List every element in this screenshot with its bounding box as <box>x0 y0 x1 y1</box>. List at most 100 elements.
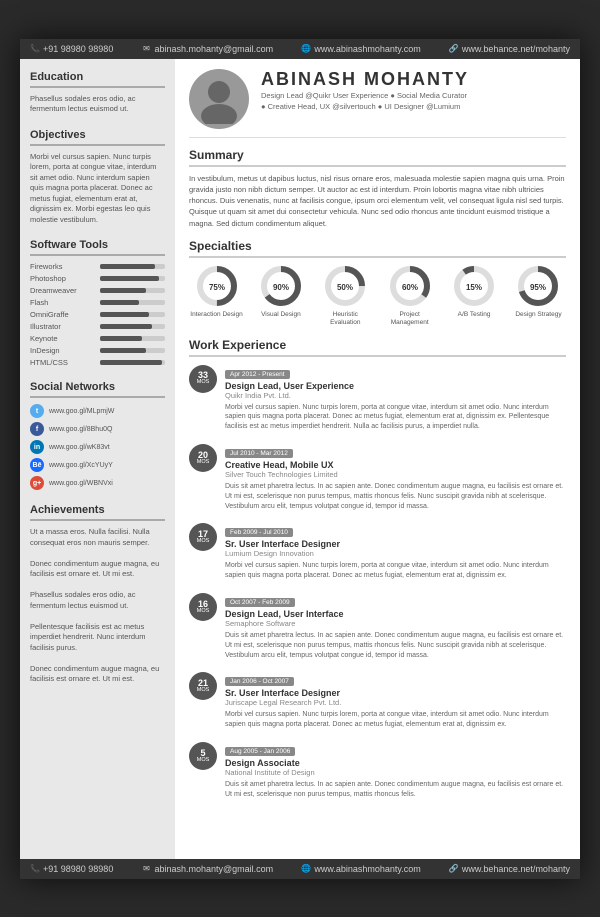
svg-text:95%: 95% <box>530 283 546 292</box>
tool-bar <box>100 336 165 341</box>
avatar <box>189 69 249 129</box>
website-item: 🌐 www.abinashmohanty.com <box>301 44 420 54</box>
work-desc: Duis sit amet pharetra lectus. In ac sap… <box>225 631 566 660</box>
achievements-text: Ut a massa eros. Nulla facilisi. Nulla c… <box>30 527 165 685</box>
education-text: Phasellus sodales eros odio, ac fermentu… <box>30 94 165 115</box>
header-website: www.abinashmohanty.com <box>314 44 420 54</box>
tool-bar <box>100 312 165 317</box>
work-badge: 33 MOS <box>189 365 217 393</box>
top-bar: 📞 +91 98980 98980 ✉ abinash.mohanty@gmai… <box>20 39 580 59</box>
footer-web-icon: 🌐 <box>301 864 311 874</box>
tool-row: Illustrator <box>30 322 165 331</box>
social-row: in www.goo.gl/wK83vt <box>30 440 165 454</box>
social-icon: f <box>30 422 44 436</box>
main-content: ABINASH MOHANTY Design Lead @Quikr User … <box>175 59 580 859</box>
work-title: Sr. User Interface Designer <box>225 539 566 549</box>
tool-bar <box>100 288 165 293</box>
social-row: Bē www.goo.gl/XcYUyY <box>30 458 165 472</box>
social-icon: g+ <box>30 476 44 490</box>
resume-wrapper: 📞 +91 98980 98980 ✉ abinash.mohanty@gmai… <box>20 39 580 879</box>
tool-name: Illustrator <box>30 322 95 331</box>
profile-name: ABINASH MOHANTY <box>261 69 566 90</box>
social-row: t www.goo.gl/MLpmjW <box>30 404 165 418</box>
work-date: Apr 2012 - Present <box>225 370 290 379</box>
footer-behance: 🔗 www.behance.net/mohanty <box>449 864 570 874</box>
tool-bar-fill <box>100 360 162 365</box>
badge-unit: MOS <box>197 539 210 545</box>
footer-phone-text: +91 98980 98980 <box>43 864 113 874</box>
profile-header: ABINASH MOHANTY Design Lead @Quikr User … <box>189 69 566 138</box>
sidebar: Education Phasellus sodales eros odio, a… <box>20 59 175 859</box>
tool-name: Flash <box>30 298 95 307</box>
work-company: Juriscape Legal Research Pvt. Ltd. <box>225 698 566 707</box>
tool-row: Fireworks <box>30 262 165 271</box>
header-phone: +91 98980 98980 <box>43 44 113 54</box>
work-company: Silver Touch Technologies Limited <box>225 470 566 479</box>
footer-email-icon: ✉ <box>141 864 151 874</box>
education-section: Education Phasellus sodales eros odio, a… <box>30 71 165 115</box>
phone-item: 📞 +91 98980 98980 <box>30 44 113 54</box>
specialty-label: Interaction Design <box>190 311 242 319</box>
work-item: 21 MOS Jan 2006 - Oct 2007 Sr. User Inte… <box>189 670 566 730</box>
footer-website-text: www.abinashmohanty.com <box>314 864 420 874</box>
tool-bar-fill <box>100 348 146 353</box>
work-title: Design Lead, User Interface <box>225 609 566 619</box>
tool-bar-fill <box>100 324 152 329</box>
work-item: 33 MOS Apr 2012 - Present Design Lead, U… <box>189 363 566 432</box>
specialties-section: Specialties 75% Interaction Design 90% V… <box>189 239 566 328</box>
donut-chart: 95% <box>516 264 560 308</box>
specialty-item: 15% A/B Testing <box>447 264 502 328</box>
specialties-list: 75% Interaction Design 90% Visual Design… <box>189 264 566 328</box>
tool-row: Photoshop <box>30 274 165 283</box>
tool-name: OmniGraffe <box>30 310 95 319</box>
specialty-item: 60% Project Management <box>382 264 437 328</box>
header-behance: www.behance.net/mohanty <box>462 44 570 54</box>
specialty-item: 95% Design Strategy <box>511 264 566 328</box>
social-link: www.goo.gl/wK83vt <box>49 444 110 451</box>
work-item: 17 MOS Feb 2009 - Jul 2010 Sr. User Inte… <box>189 521 566 581</box>
social-title: Social Networks <box>30 381 165 398</box>
tool-bar-fill <box>100 312 149 317</box>
summary-title: Summary <box>189 148 566 167</box>
experience-title: Work Experience <box>189 338 566 357</box>
footer-email-text: abinash.mohanty@gmail.com <box>154 864 273 874</box>
tool-name: HTML/CSS <box>30 358 95 367</box>
work-item: 16 MOS Oct 2007 - Feb 2009 Design Lead, … <box>189 591 566 660</box>
social-section: Social Networks t www.goo.gl/MLpmjW f ww… <box>30 381 165 490</box>
tool-name: InDesign <box>30 346 95 355</box>
work-company: Semaphore Software <box>225 619 566 628</box>
work-date: Feb 2009 - Jul 2010 <box>225 528 293 537</box>
tool-bar-fill <box>100 336 142 341</box>
donut-chart: 50% <box>323 264 367 308</box>
behance-icon: 🔗 <box>449 44 459 54</box>
svg-text:90%: 90% <box>273 283 289 292</box>
work-badge: 20 MOS <box>189 444 217 472</box>
badge-unit: MOS <box>197 380 210 386</box>
objectives-title: Objectives <box>30 129 165 146</box>
donut-chart: 60% <box>388 264 432 308</box>
tool-bar <box>100 276 165 281</box>
svg-text:50%: 50% <box>337 283 353 292</box>
work-company: Quikr India Pvt. Ltd. <box>225 391 566 400</box>
social-row: g+ www.goo.gl/WBNVxi <box>30 476 165 490</box>
work-badge: 5 MOS <box>189 742 217 770</box>
footer-website: 🌐 www.abinashmohanty.com <box>301 864 420 874</box>
work-details: Oct 2007 - Feb 2009 Design Lead, User In… <box>225 591 566 660</box>
work-details: Jan 2006 - Oct 2007 Sr. User Interface D… <box>225 670 566 730</box>
phone-icon: 📞 <box>30 44 40 54</box>
education-title: Education <box>30 71 165 88</box>
profile-title: Design Lead @Quikr User Experience ● Soc… <box>261 90 566 113</box>
work-title: Design Associate <box>225 758 566 768</box>
tool-bar <box>100 264 165 269</box>
tool-row: HTML/CSS <box>30 358 165 367</box>
donut-chart: 75% <box>195 264 239 308</box>
achievements-section: Achievements Ut a massa eros. Nulla faci… <box>30 504 165 685</box>
social-link: www.goo.gl/XcYUyY <box>49 462 113 469</box>
specialties-title: Specialties <box>189 239 566 258</box>
tool-bar-fill <box>100 264 155 269</box>
web-icon: 🌐 <box>301 44 311 54</box>
email-icon: ✉ <box>141 44 151 54</box>
profile-info: ABINASH MOHANTY Design Lead @Quikr User … <box>261 69 566 113</box>
tool-bar-fill <box>100 288 146 293</box>
work-item: 5 MOS Aug 2005 - Jan 2006 Design Associa… <box>189 740 566 800</box>
